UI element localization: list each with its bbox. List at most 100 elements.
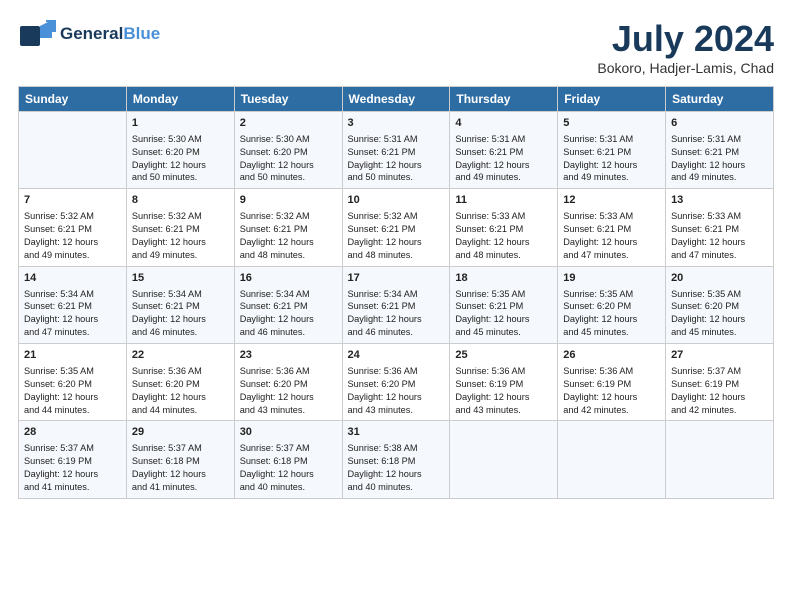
calendar-cell xyxy=(666,421,774,498)
calendar-cell: 4 Sunrise: 5:31 AM Sunset: 6:21 PM Daylig… xyxy=(450,112,558,189)
calendar-subtitle: Bokoro, Hadjer-Lamis, Chad xyxy=(597,60,774,76)
day-number: 30 xyxy=(240,425,337,440)
calendar-table: SundayMondayTuesdayWednesdayThursdayFrid… xyxy=(18,86,774,499)
calendar-cell: 20 Sunrise: 5:35 AM Sunset: 6:20 PM Dayli… xyxy=(666,266,774,343)
day-info: Sunrise: 5:35 AM Sunset: 6:20 PM Dayligh… xyxy=(671,288,768,340)
calendar-title: July 2024 xyxy=(597,18,774,60)
day-header-friday: Friday xyxy=(558,87,666,112)
calendar-cell: 12 Sunrise: 5:33 AM Sunset: 6:21 PM Dayli… xyxy=(558,189,666,266)
logo: GeneralBlue xyxy=(18,18,160,50)
day-number: 29 xyxy=(132,425,229,440)
day-number: 1 xyxy=(132,116,229,131)
calendar-cell: 26Sunrise: 5:36 AM Sunset: 6:19 PM Dayli… xyxy=(558,344,666,421)
day-header-saturday: Saturday xyxy=(666,87,774,112)
calendar-page: GeneralBlue July 2024 Bokoro, Hadjer-Lam… xyxy=(0,0,792,612)
calendar-cell: 28 Sunrise: 5:37 AM Sunset: 6:19 PM Dayli… xyxy=(19,421,127,498)
day-info: Sunrise: 5:31 AM Sunset: 6:21 PM Dayligh… xyxy=(671,133,768,185)
day-number: 5 xyxy=(563,116,660,131)
day-info: Sunrise: 5:32 AM Sunset: 6:21 PM Dayligh… xyxy=(132,210,229,262)
day-info: Sunrise: 5:36 AM Sunset: 6:20 PM Dayligh… xyxy=(132,365,229,417)
calendar-cell: 10 Sunrise: 5:32 AM Sunset: 6:21 PM Dayli… xyxy=(342,189,450,266)
day-info: Sunrise: 5:33 AM Sunset: 6:21 PM Dayligh… xyxy=(671,210,768,262)
calendar-cell: 24Sunrise: 5:36 AM Sunset: 6:20 PM Dayli… xyxy=(342,344,450,421)
day-number: 11 xyxy=(455,193,552,208)
day-number: 4 xyxy=(455,116,552,131)
day-header-tuesday: Tuesday xyxy=(234,87,342,112)
day-header-wednesday: Wednesday xyxy=(342,87,450,112)
calendar-cell: 15Sunrise: 5:34 AM Sunset: 6:21 PM Dayli… xyxy=(126,266,234,343)
calendar-cell: 7 Sunrise: 5:32 AM Sunset: 6:21 PM Daylig… xyxy=(19,189,127,266)
calendar-cell xyxy=(558,421,666,498)
day-header-monday: Monday xyxy=(126,87,234,112)
calendar-cell: 6 Sunrise: 5:31 AM Sunset: 6:21 PM Daylig… xyxy=(666,112,774,189)
calendar-cell: 25 Sunrise: 5:36 AM Sunset: 6:19 PM Dayli… xyxy=(450,344,558,421)
day-info: Sunrise: 5:35 AM Sunset: 6:21 PM Dayligh… xyxy=(455,288,552,340)
calendar-cell: 8 Sunrise: 5:32 AM Sunset: 6:21 PM Daylig… xyxy=(126,189,234,266)
day-number: 23 xyxy=(240,348,337,363)
day-info: Sunrise: 5:31 AM Sunset: 6:21 PM Dayligh… xyxy=(348,133,445,185)
calendar-cell: 18Sunrise: 5:35 AM Sunset: 6:21 PM Dayli… xyxy=(450,266,558,343)
logo-text: GeneralBlue xyxy=(60,25,160,44)
logo-icon xyxy=(18,18,56,50)
day-header-thursday: Thursday xyxy=(450,87,558,112)
day-number: 22 xyxy=(132,348,229,363)
calendar-cell: 5 Sunrise: 5:31 AM Sunset: 6:21 PM Daylig… xyxy=(558,112,666,189)
day-info: Sunrise: 5:32 AM Sunset: 6:21 PM Dayligh… xyxy=(240,210,337,262)
calendar-cell xyxy=(19,112,127,189)
day-number: 20 xyxy=(671,271,768,286)
day-number: 8 xyxy=(132,193,229,208)
day-info: Sunrise: 5:34 AM Sunset: 6:21 PM Dayligh… xyxy=(24,288,121,340)
day-info: Sunrise: 5:34 AM Sunset: 6:21 PM Dayligh… xyxy=(240,288,337,340)
week-row-3: 14 Sunrise: 5:34 AM Sunset: 6:21 PM Dayli… xyxy=(19,266,774,343)
day-number: 9 xyxy=(240,193,337,208)
day-info: Sunrise: 5:32 AM Sunset: 6:21 PM Dayligh… xyxy=(24,210,121,262)
day-number: 6 xyxy=(671,116,768,131)
calendar-cell: 19Sunrise: 5:35 AM Sunset: 6:20 PM Dayli… xyxy=(558,266,666,343)
title-block: July 2024 Bokoro, Hadjer-Lamis, Chad xyxy=(597,18,774,76)
calendar-cell: 21Sunrise: 5:35 AM Sunset: 6:20 PM Dayli… xyxy=(19,344,127,421)
day-number: 2 xyxy=(240,116,337,131)
calendar-cell: 1 Sunrise: 5:30 AM Sunset: 6:20 PM Daylig… xyxy=(126,112,234,189)
day-number: 14 xyxy=(24,271,121,286)
day-number: 16 xyxy=(240,271,337,286)
day-info: Sunrise: 5:31 AM Sunset: 6:21 PM Dayligh… xyxy=(563,133,660,185)
day-info: Sunrise: 5:37 AM Sunset: 6:19 PM Dayligh… xyxy=(24,442,121,494)
calendar-cell: 31Sunrise: 5:38 AM Sunset: 6:18 PM Dayli… xyxy=(342,421,450,498)
day-number: 17 xyxy=(348,271,445,286)
day-info: Sunrise: 5:36 AM Sunset: 6:19 PM Dayligh… xyxy=(455,365,552,417)
header: GeneralBlue July 2024 Bokoro, Hadjer-Lam… xyxy=(18,18,774,76)
day-number: 13 xyxy=(671,193,768,208)
calendar-cell: 11 Sunrise: 5:33 AM Sunset: 6:21 PM Dayli… xyxy=(450,189,558,266)
day-info: Sunrise: 5:33 AM Sunset: 6:21 PM Dayligh… xyxy=(563,210,660,262)
day-number: 3 xyxy=(348,116,445,131)
day-info: Sunrise: 5:32 AM Sunset: 6:21 PM Dayligh… xyxy=(348,210,445,262)
day-info: Sunrise: 5:35 AM Sunset: 6:20 PM Dayligh… xyxy=(24,365,121,417)
calendar-cell: 29Sunrise: 5:37 AM Sunset: 6:18 PM Dayli… xyxy=(126,421,234,498)
day-number: 28 xyxy=(24,425,121,440)
day-info: Sunrise: 5:34 AM Sunset: 6:21 PM Dayligh… xyxy=(132,288,229,340)
day-info: Sunrise: 5:36 AM Sunset: 6:20 PM Dayligh… xyxy=(240,365,337,417)
day-info: Sunrise: 5:38 AM Sunset: 6:18 PM Dayligh… xyxy=(348,442,445,494)
day-number: 25 xyxy=(455,348,552,363)
day-info: Sunrise: 5:37 AM Sunset: 6:18 PM Dayligh… xyxy=(240,442,337,494)
day-info: Sunrise: 5:30 AM Sunset: 6:20 PM Dayligh… xyxy=(132,133,229,185)
calendar-cell: 2Sunrise: 5:30 AM Sunset: 6:20 PM Daylig… xyxy=(234,112,342,189)
calendar-cell: 13 Sunrise: 5:33 AM Sunset: 6:21 PM Dayli… xyxy=(666,189,774,266)
week-row-4: 21Sunrise: 5:35 AM Sunset: 6:20 PM Dayli… xyxy=(19,344,774,421)
calendar-cell xyxy=(450,421,558,498)
calendar-cell: 22 Sunrise: 5:36 AM Sunset: 6:20 PM Dayli… xyxy=(126,344,234,421)
day-info: Sunrise: 5:31 AM Sunset: 6:21 PM Dayligh… xyxy=(455,133,552,185)
day-number: 12 xyxy=(563,193,660,208)
calendar-cell: 27Sunrise: 5:37 AM Sunset: 6:19 PM Dayli… xyxy=(666,344,774,421)
calendar-cell: 16 Sunrise: 5:34 AM Sunset: 6:21 PM Dayli… xyxy=(234,266,342,343)
calendar-cell: 30 Sunrise: 5:37 AM Sunset: 6:18 PM Dayli… xyxy=(234,421,342,498)
day-number: 10 xyxy=(348,193,445,208)
day-number: 27 xyxy=(671,348,768,363)
calendar-cell: 17 Sunrise: 5:34 AM Sunset: 6:21 PM Dayli… xyxy=(342,266,450,343)
day-info: Sunrise: 5:34 AM Sunset: 6:21 PM Dayligh… xyxy=(348,288,445,340)
day-info: Sunrise: 5:33 AM Sunset: 6:21 PM Dayligh… xyxy=(455,210,552,262)
week-row-2: 7 Sunrise: 5:32 AM Sunset: 6:21 PM Daylig… xyxy=(19,189,774,266)
day-number: 7 xyxy=(24,193,121,208)
week-row-1: 1 Sunrise: 5:30 AM Sunset: 6:20 PM Daylig… xyxy=(19,112,774,189)
week-row-5: 28 Sunrise: 5:37 AM Sunset: 6:19 PM Dayli… xyxy=(19,421,774,498)
